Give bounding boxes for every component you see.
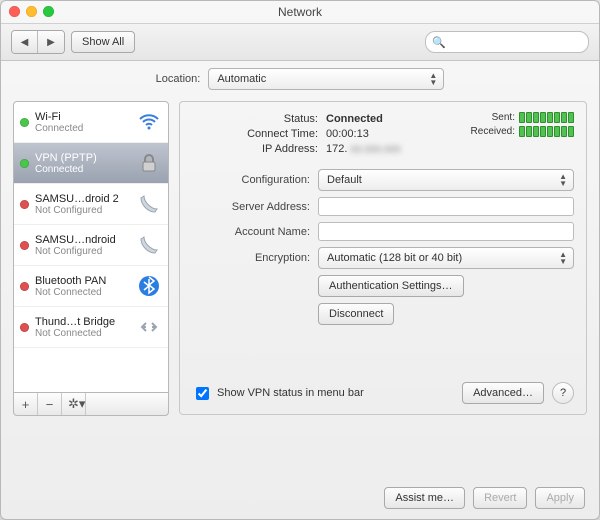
show-all-button[interactable]: Show All xyxy=(71,31,135,53)
show-vpn-input[interactable] xyxy=(196,387,209,400)
detail-panel: Sent: Received: Status: Connect Time: IP… xyxy=(179,101,587,415)
location-label: Location: xyxy=(156,73,201,85)
connect-time-value: 00:00:13 xyxy=(326,127,401,142)
sidebar-item-vpn[interactable]: VPN (PPTP) Connected xyxy=(14,143,168,184)
sidebar-item-label: VPN (PPTP) xyxy=(35,152,130,164)
show-vpn-label: Show VPN status in menu bar xyxy=(217,387,364,399)
ip-label: IP Address: xyxy=(192,142,318,157)
configuration-select[interactable]: Default ▲▼ xyxy=(318,169,574,191)
sidebar-item-bluetooth[interactable]: Bluetooth PAN Not Connected xyxy=(14,266,168,307)
phone-icon xyxy=(136,232,162,258)
nav-segment: ◀ ▶ xyxy=(11,30,65,54)
bluetooth-icon xyxy=(136,273,162,299)
close-icon[interactable] xyxy=(9,6,20,17)
help-button[interactable]: ? xyxy=(552,382,574,404)
search-icon: 🔍 xyxy=(432,36,446,49)
sent-bars-icon xyxy=(519,112,574,123)
sidebar-item-sub: Connected xyxy=(35,123,130,134)
sidebar-item-samsung[interactable]: SAMSU…ndroid Not Configured xyxy=(14,225,168,266)
status-dot-icon xyxy=(20,200,29,209)
status-label: Status: xyxy=(192,112,318,127)
phone-icon xyxy=(136,191,162,217)
disconnect-button[interactable]: Disconnect xyxy=(318,303,394,325)
sidebar-item-thunderbolt[interactable]: Thund…t Bridge Not Connected xyxy=(14,307,168,348)
received-bars-icon xyxy=(519,126,574,137)
location-select[interactable]: Automatic ▲▼ xyxy=(208,68,444,90)
titlebar: Network xyxy=(1,1,599,24)
encryption-select[interactable]: Automatic (128 bit or 40 bit) ▲▼ xyxy=(318,247,574,269)
status-dot-icon xyxy=(20,241,29,250)
sidebar-item-samsung2[interactable]: SAMSU…droid 2 Not Configured xyxy=(14,184,168,225)
revert-button[interactable]: Revert xyxy=(473,487,527,509)
toolbar: ◀ ▶ Show All 🔍 xyxy=(1,24,599,61)
search-field[interactable]: 🔍 xyxy=(425,31,589,53)
config-value: Default xyxy=(327,174,362,186)
status-value: Connected xyxy=(326,112,401,127)
sidebar-item-label: SAMSU…ndroid xyxy=(35,234,130,246)
sidebar-item-sub: Not Configured xyxy=(35,246,130,257)
chevron-updown-icon: ▲▼ xyxy=(429,72,437,86)
window-title: Network xyxy=(278,5,322,19)
traffic-block: Sent: Received: xyxy=(471,112,574,140)
remove-interface-button[interactable]: − xyxy=(38,393,62,415)
wifi-icon xyxy=(136,109,162,135)
account-name-input[interactable] xyxy=(318,222,574,241)
sidebar-item-label: Bluetooth PAN xyxy=(35,275,130,287)
list-toolbar: + − ✲▾ xyxy=(13,393,169,416)
chevron-updown-icon: ▲▼ xyxy=(559,251,567,265)
config-label: Configuration: xyxy=(192,174,310,186)
interface-list[interactable]: Wi-Fi Connected VPN (PPTP) Connected xyxy=(13,101,169,393)
lock-icon xyxy=(136,150,162,176)
action-menu-button[interactable]: ✲▾ xyxy=(62,393,86,415)
zoom-icon[interactable] xyxy=(43,6,54,17)
sidebar-item-label: Wi-Fi xyxy=(35,111,130,123)
account-label: Account Name: xyxy=(192,226,310,238)
received-label: Received: xyxy=(471,126,515,137)
back-button[interactable]: ◀ xyxy=(12,31,38,53)
chevron-updown-icon: ▲▼ xyxy=(559,173,567,187)
sidebar-item-sub: Not Connected xyxy=(35,287,130,298)
network-prefs-window: Network ◀ ▶ Show All 🔍 Location: Automat… xyxy=(0,0,600,520)
status-dot-icon xyxy=(20,159,29,168)
ip-value: 172. xyxy=(326,143,350,155)
server-label: Server Address: xyxy=(192,201,310,213)
minimize-icon[interactable] xyxy=(26,6,37,17)
location-row: Location: Automatic ▲▼ xyxy=(1,61,599,97)
status-dot-icon xyxy=(20,282,29,291)
server-address-input[interactable] xyxy=(318,197,574,216)
search-input[interactable] xyxy=(450,35,582,49)
content: Wi-Fi Connected VPN (PPTP) Connected xyxy=(1,97,599,426)
sent-label: Sent: xyxy=(492,112,515,123)
assist-button[interactable]: Assist me… xyxy=(384,487,465,509)
status-dot-icon xyxy=(20,323,29,332)
encryption-label: Encryption: xyxy=(192,252,310,264)
encryption-value: Automatic (128 bit or 40 bit) xyxy=(327,252,462,264)
apply-button[interactable]: Apply xyxy=(535,487,585,509)
sidebar-item-sub: Connected xyxy=(35,164,130,175)
sidebar: Wi-Fi Connected VPN (PPTP) Connected xyxy=(13,101,169,416)
forward-button[interactable]: ▶ xyxy=(38,31,64,53)
sidebar-item-sub: Not Connected xyxy=(35,328,130,339)
footer: Assist me… Revert Apply xyxy=(384,487,585,509)
sidebar-item-sub: Not Configured xyxy=(35,205,130,216)
add-interface-button[interactable]: + xyxy=(14,393,38,415)
sidebar-item-label: SAMSU…droid 2 xyxy=(35,193,130,205)
show-vpn-checkbox[interactable]: Show VPN status in menu bar xyxy=(192,384,364,403)
advanced-button[interactable]: Advanced… xyxy=(462,382,544,404)
location-value: Automatic xyxy=(217,73,266,85)
window-controls xyxy=(9,6,54,17)
status-dot-icon xyxy=(20,118,29,127)
auth-settings-button[interactable]: Authentication Settings… xyxy=(318,275,464,297)
sidebar-item-wifi[interactable]: Wi-Fi Connected xyxy=(14,102,168,143)
connect-time-label: Connect Time: xyxy=(192,127,318,142)
bridge-icon xyxy=(136,314,162,340)
sidebar-item-label: Thund…t Bridge xyxy=(35,316,130,328)
ip-redacted: xx.xxx.xxx xyxy=(350,143,400,155)
